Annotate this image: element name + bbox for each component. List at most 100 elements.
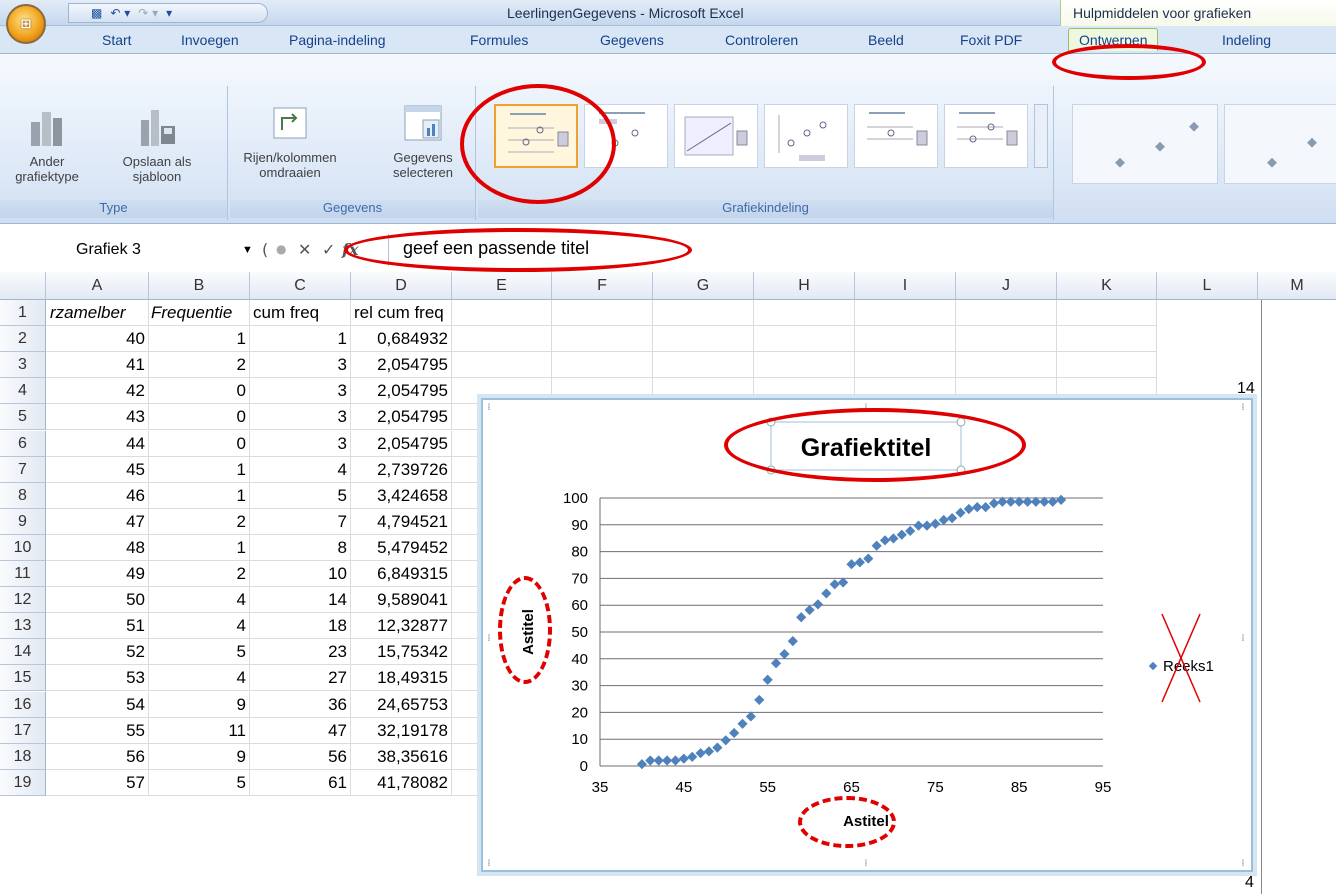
cell[interactable]: 3 <box>250 352 351 379</box>
cell[interactable]: 2,054795 <box>351 430 452 457</box>
cell[interactable] <box>452 326 552 353</box>
header-cell[interactable]: Frequentie <box>149 300 250 327</box>
col-header-a[interactable]: A <box>46 272 149 300</box>
cell[interactable]: 0 <box>149 430 250 457</box>
cell[interactable]: 38,35616 <box>351 743 452 770</box>
cell[interactable]: 9 <box>149 743 250 770</box>
row-header[interactable]: 3 <box>0 352 46 379</box>
cell[interactable]: 41 <box>46 352 149 379</box>
row-header[interactable]: 6 <box>0 430 46 457</box>
cell[interactable]: 45 <box>46 456 149 483</box>
header-cell[interactable]: rel cum freq <box>351 300 452 327</box>
cell[interactable]: 47 <box>46 508 149 535</box>
tab-invoegen[interactable]: Invoegen <box>181 32 239 48</box>
row-header[interactable]: 13 <box>0 613 46 640</box>
cell[interactable]: 7 <box>250 508 351 535</box>
cell[interactable]: 56 <box>250 743 351 770</box>
cell[interactable]: 55 <box>46 717 149 744</box>
cell[interactable]: 4,794521 <box>351 508 452 535</box>
cell[interactable]: 0 <box>149 404 250 431</box>
cell[interactable] <box>754 300 855 327</box>
cell[interactable]: 49 <box>46 561 149 588</box>
cell[interactable] <box>1057 352 1157 379</box>
cell[interactable] <box>1057 326 1157 353</box>
select-data-button[interactable]: Gegevens selecteren <box>380 102 466 180</box>
cell[interactable] <box>956 326 1057 353</box>
change-chart-type-button[interactable]: Ander grafiektype <box>12 108 82 184</box>
cell[interactable]: 3 <box>250 430 351 457</box>
cell[interactable]: 27 <box>250 665 351 692</box>
cell[interactable]: 2 <box>149 561 250 588</box>
row-header[interactable]: 1 <box>0 300 46 327</box>
row-header[interactable]: 14 <box>0 639 46 666</box>
tab-gegevens[interactable]: Gegevens <box>600 32 664 48</box>
tab-start[interactable]: Start <box>102 32 132 48</box>
cell[interactable]: 56 <box>46 743 149 770</box>
cell[interactable]: 0,684932 <box>351 326 452 353</box>
col-header-m[interactable]: M <box>1258 272 1336 300</box>
row-header[interactable]: 7 <box>0 456 46 483</box>
cell[interactable]: 0 <box>149 378 250 405</box>
header-cell[interactable]: cum freq <box>250 300 351 327</box>
office-button[interactable]: ⊞ <box>6 4 46 44</box>
cell[interactable]: 2,739726 <box>351 456 452 483</box>
col-header-c[interactable]: C <box>250 272 351 300</box>
cell[interactable]: 43 <box>46 404 149 431</box>
cell[interactable]: 2,054795 <box>351 404 452 431</box>
tab-formules[interactable]: Formules <box>470 32 528 48</box>
cell[interactable]: 46 <box>46 482 149 509</box>
tab-beeld[interactable]: Beeld <box>868 32 904 48</box>
cell[interactable]: 42 <box>46 378 149 405</box>
cell[interactable] <box>653 326 754 353</box>
chevron-down-icon[interactable]: ▼ <box>242 244 253 256</box>
tab-pagina-indeling[interactable]: Pagina-indeling <box>289 32 386 48</box>
cell[interactable]: 8 <box>250 534 351 561</box>
col-header-g[interactable]: G <box>653 272 754 300</box>
cell[interactable]: 2 <box>149 508 250 535</box>
cell[interactable]: 9 <box>149 691 250 718</box>
select-all-corner[interactable] <box>0 272 46 300</box>
cell[interactable]: 3 <box>250 378 351 405</box>
cell[interactable]: 48 <box>46 534 149 561</box>
cell[interactable]: 18 <box>250 613 351 640</box>
cell[interactable]: 5 <box>149 769 250 796</box>
cell[interactable]: 61 <box>250 769 351 796</box>
cell[interactable] <box>653 300 754 327</box>
cell[interactable]: 1 <box>149 326 250 353</box>
undo-icon[interactable]: ↶ ▾ <box>110 6 130 20</box>
row-header[interactable]: 10 <box>0 534 46 561</box>
cell[interactable]: 24,65753 <box>351 691 452 718</box>
cell[interactable]: 40 <box>46 326 149 353</box>
cell[interactable]: 41,78082 <box>351 769 452 796</box>
chart-layout-6[interactable] <box>944 104 1028 168</box>
cell[interactable]: 32,19178 <box>351 717 452 744</box>
col-header-l[interactable]: L <box>1157 272 1258 300</box>
redo-icon[interactable]: ↷ ▾ <box>138 6 158 20</box>
row-header[interactable]: 2 <box>0 326 46 353</box>
cell[interactable]: 18,49315 <box>351 665 452 692</box>
cell[interactable]: 1 <box>149 456 250 483</box>
cell[interactable]: 10 <box>250 561 351 588</box>
row-header[interactable]: 8 <box>0 482 46 509</box>
cell[interactable]: 3 <box>250 404 351 431</box>
cell[interactable]: 11 <box>149 717 250 744</box>
cell[interactable]: 54 <box>46 691 149 718</box>
col-header-f[interactable]: F <box>552 272 653 300</box>
cell[interactable] <box>552 300 653 327</box>
cell[interactable] <box>855 300 956 327</box>
chart-layout-5[interactable] <box>854 104 938 168</box>
cell[interactable] <box>855 352 956 379</box>
cell[interactable]: 1 <box>250 326 351 353</box>
chart-layout-3[interactable] <box>674 104 758 168</box>
cell[interactable]: 2,054795 <box>351 352 452 379</box>
cell[interactable] <box>754 352 855 379</box>
tab-controleren[interactable]: Controleren <box>725 32 798 48</box>
cell[interactable] <box>452 300 552 327</box>
col-header-d[interactable]: D <box>351 272 452 300</box>
cell[interactable]: 15,75342 <box>351 639 452 666</box>
cell[interactable]: 14 <box>250 587 351 614</box>
col-header-b[interactable]: B <box>149 272 250 300</box>
header-cell[interactable]: rzamelber <box>46 300 149 327</box>
cell[interactable] <box>653 352 754 379</box>
col-header-k[interactable]: K <box>1057 272 1157 300</box>
